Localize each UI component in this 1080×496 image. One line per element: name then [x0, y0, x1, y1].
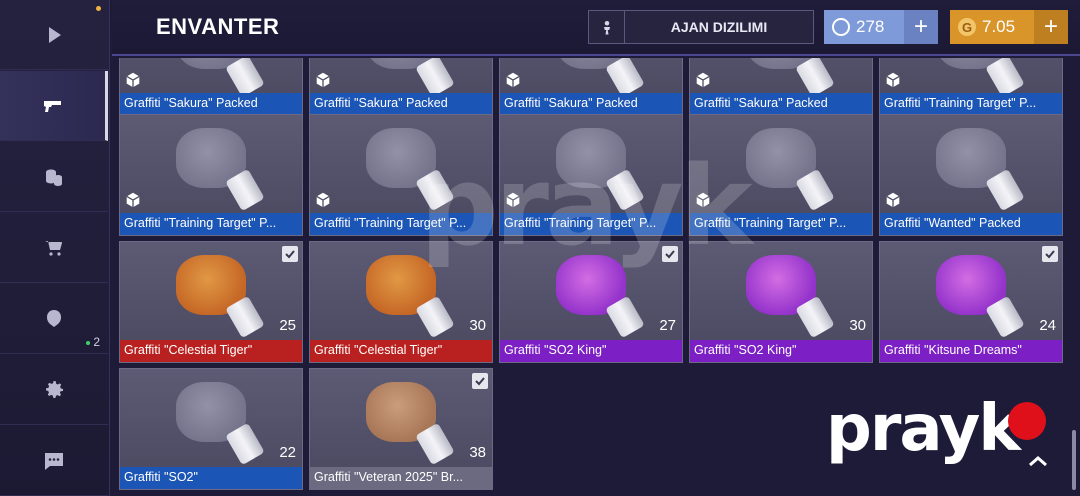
item-artwork: [500, 58, 682, 98]
item-artwork: [120, 58, 302, 98]
item-label: Graffiti "Sakura" Packed: [120, 93, 302, 115]
spray-can-icon: [225, 58, 265, 98]
item-label: Graffiti "SO2 King": [500, 340, 682, 362]
clan-badge: 2: [86, 335, 100, 349]
spray-can-icon: [415, 58, 455, 98]
checkbox-checked[interactable]: [282, 246, 298, 262]
spray-can-icon: [985, 58, 1025, 98]
watermark-dot: [1008, 402, 1046, 440]
item-artwork: [880, 115, 1062, 213]
cart-icon: [45, 240, 62, 256]
agent-icon: [589, 11, 625, 43]
item-artwork: [310, 58, 492, 98]
inventory-item[interactable]: Graffiti "Sakura" Packed: [689, 58, 873, 116]
spray-can-icon: [795, 58, 835, 98]
sidebar-item-clan[interactable]: 2: [0, 284, 108, 354]
package-icon: [696, 72, 710, 88]
inventory-item[interactable]: 38 Graffiti "Veteran 2025" Br...: [309, 368, 493, 490]
scroll-up-button[interactable]: [1024, 450, 1052, 472]
package-icon: [126, 192, 140, 208]
item-label: Graffiti "Veteran 2025" Br...: [310, 467, 492, 489]
scrollbar[interactable]: [1072, 430, 1076, 490]
package-icon: [886, 192, 900, 208]
gold-value: 7.05: [982, 17, 1016, 36]
item-label: Graffiti "Sakura" Packed: [310, 93, 492, 115]
agent-lineup-label: AJAN DIZILIMI: [670, 19, 768, 35]
spray-can-icon: [605, 58, 645, 98]
check-icon: [1045, 250, 1055, 259]
credits-value: 278: [856, 17, 885, 36]
item-label: Graffiti "SO2": [120, 467, 302, 489]
item-artwork: [120, 115, 302, 213]
sidebar-item-play[interactable]: [0, 0, 108, 70]
gold-balance: G 7.05 +: [950, 10, 1068, 44]
item-count: 27: [659, 317, 676, 334]
inventory-item[interactable]: Graffiti "Sakura" Packed: [119, 58, 303, 116]
item-artwork: [880, 58, 1062, 98]
credits-balance: 278 +: [824, 10, 938, 44]
inventory-item[interactable]: Graffiti "Sakura" Packed: [499, 58, 683, 116]
check-icon: [285, 250, 295, 259]
item-label: Graffiti "Sakura" Packed: [500, 93, 682, 115]
sidebar: 2: [0, 0, 110, 496]
item-label: Graffiti "Celestial Tiger": [310, 340, 492, 362]
page-title: ENVANTER: [156, 14, 280, 39]
agent-lineup-button[interactable]: AJAN DIZILIMI: [588, 10, 814, 44]
item-label: Graffiti "Celestial Tiger": [120, 340, 302, 362]
item-artwork: [690, 58, 872, 98]
item-count: 38: [469, 444, 486, 461]
credits-icon: [832, 18, 850, 36]
package-icon: [316, 72, 330, 88]
item-count: 30: [849, 317, 866, 334]
package-icon: [506, 72, 520, 88]
item-label: Graffiti "SO2 King": [690, 340, 872, 362]
inventory-item[interactable]: Graffiti "Training Target" P...: [879, 58, 1063, 116]
sidebar-item-chat[interactable]: [0, 426, 108, 496]
inventory-item[interactable]: Graffiti "Wanted" Packed: [879, 114, 1063, 236]
sidebar-item-inventory[interactable]: [0, 71, 108, 141]
checkbox-checked[interactable]: [1042, 246, 1058, 262]
item-artwork: [880, 242, 1062, 340]
add-credits-button[interactable]: +: [904, 10, 938, 44]
play-icon: [49, 26, 61, 43]
item-artwork: [310, 369, 492, 467]
item-count: 22: [279, 444, 296, 461]
package-icon: [126, 72, 140, 88]
coins-icon: [46, 169, 62, 186]
check-icon: [475, 377, 485, 386]
pistol-icon: [43, 100, 61, 112]
chat-icon: [45, 452, 63, 470]
sidebar-item-shop[interactable]: [0, 213, 108, 283]
sidebar-item-settings[interactable]: [0, 355, 108, 425]
header: ENVANTER AJAN DIZILIMI 278 + G 7.05 +: [112, 0, 1080, 56]
item-count: 30: [469, 317, 486, 334]
item-label: Graffiti "Wanted" Packed: [880, 213, 1062, 235]
inventory-item[interactable]: 24 Graffiti "Kitsune Dreams": [879, 241, 1063, 363]
chevron-up-icon: [1029, 456, 1047, 467]
item-artwork: [120, 369, 302, 467]
gold-icon: G: [958, 18, 976, 36]
clan-icon: [47, 309, 61, 327]
item-count: 24: [1039, 317, 1056, 334]
inventory-item[interactable]: Graffiti "Sakura" Packed: [309, 58, 493, 116]
item-label: Graffiti "Sakura" Packed: [690, 93, 872, 115]
inventory-item[interactable]: 22 Graffiti "SO2": [119, 368, 303, 490]
checkbox-checked[interactable]: [472, 373, 488, 389]
item-count: 25: [279, 317, 296, 334]
package-icon: [316, 192, 330, 208]
item-label: Graffiti "Training Target" P...: [120, 213, 302, 235]
package-icon: [886, 72, 900, 88]
watermark-logo: prayk: [826, 392, 1021, 466]
item-label: Graffiti "Kitsune Dreams": [880, 340, 1062, 362]
item-label: Graffiti "Training Target" P...: [880, 93, 1062, 115]
inventory-item[interactable]: Graffiti "Training Target" P...: [119, 114, 303, 236]
sidebar-item-coins[interactable]: [0, 142, 108, 212]
gear-icon: [46, 380, 63, 398]
item-artwork: [120, 242, 302, 340]
watermark-center: prayk: [420, 142, 753, 270]
add-gold-button[interactable]: +: [1034, 10, 1068, 44]
inventory-item[interactable]: 25 Graffiti "Celestial Tiger": [119, 241, 303, 363]
